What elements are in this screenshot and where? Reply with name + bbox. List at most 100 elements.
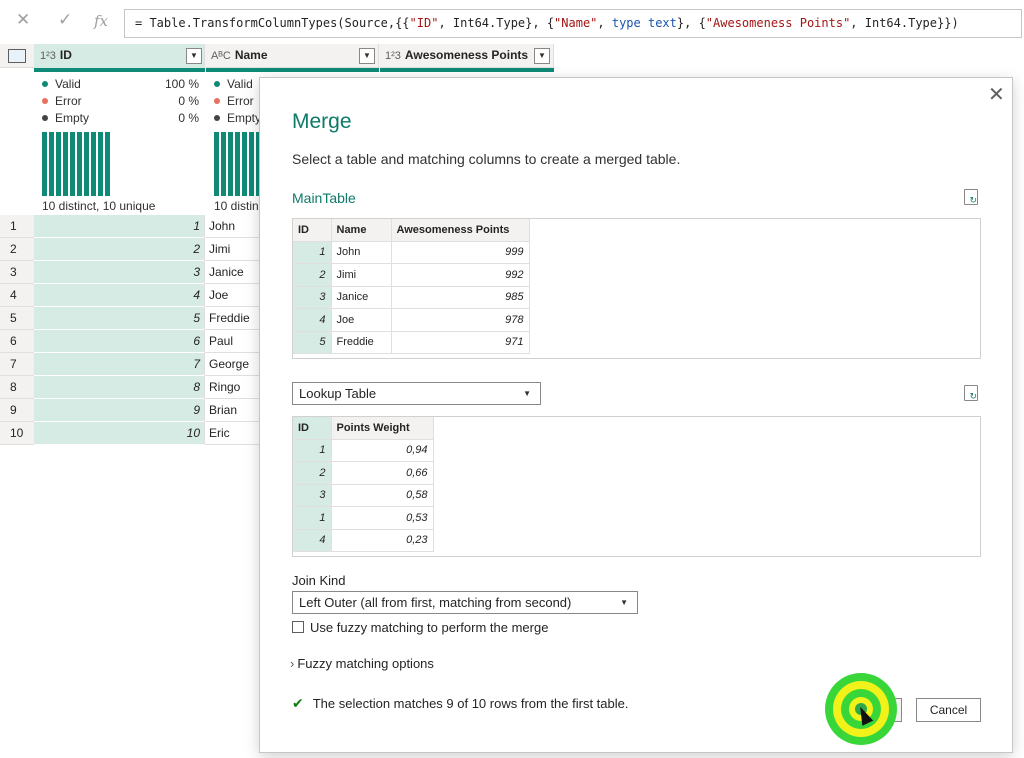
table-row: 5 Freddie 971	[293, 331, 530, 354]
column-header-label: Name	[234, 48, 268, 62]
table-cell[interactable]: 0,23	[331, 529, 434, 552]
column-header-name[interactable]: AᴮC Name ▼	[205, 44, 379, 68]
row-number[interactable]: 6	[0, 330, 34, 353]
column-header-awesomeness-points[interactable]: 1²3 Awesomeness Points ▼	[379, 44, 554, 68]
table-cell-id[interactable]: 10	[34, 422, 205, 445]
table-cell[interactable]: 3	[293, 484, 332, 507]
row-number[interactable]: 7	[0, 353, 34, 376]
cancel-button[interactable]: Cancel	[916, 698, 981, 722]
table-cell[interactable]: 992	[391, 263, 530, 287]
close-icon[interactable]: ✕	[988, 82, 1005, 107]
table-cell-name[interactable]: George	[205, 353, 261, 376]
table-cell-id[interactable]: 3	[34, 261, 205, 284]
table-cell[interactable]: 1	[293, 241, 332, 264]
empty-dot-icon	[42, 115, 48, 121]
table-cell[interactable]: 0,66	[331, 461, 434, 485]
table-cell[interactable]: 4	[293, 529, 332, 552]
join-kind-select[interactable]: Left Outer (all from first, matching fro…	[292, 591, 638, 614]
table-cell[interactable]: 4	[293, 308, 332, 332]
table-cell-name[interactable]: Brian	[205, 399, 261, 422]
table-cell[interactable]: 2	[293, 263, 332, 287]
second-table-select[interactable]: Lookup Table ▼	[292, 382, 541, 405]
table-cell-id[interactable]: 5	[34, 307, 205, 330]
fuzzy-matching-checkbox[interactable]	[292, 621, 304, 633]
column-header[interactable]: Points Weight	[331, 417, 434, 440]
formula-text: = Table.TransformColumnTypes(Source,{{	[135, 16, 410, 30]
whole-number-type-icon[interactable]: 1²3	[385, 50, 401, 62]
column-header[interactable]: Name	[331, 219, 392, 242]
row-number[interactable]: 9	[0, 399, 34, 422]
close-icon[interactable]: ✕	[16, 10, 30, 30]
match-status: ✔ The selection matches 9 of 10 rows from…	[292, 695, 629, 712]
table-cell-name[interactable]: Ringo	[205, 376, 261, 399]
row-number[interactable]: 10	[0, 422, 34, 445]
row-number[interactable]: 8	[0, 376, 34, 399]
chevron-down-icon[interactable]: ▼	[534, 48, 550, 64]
table-cell[interactable]: 1	[293, 506, 332, 530]
table-cell-id[interactable]: 6	[34, 330, 205, 353]
chevron-down-icon[interactable]: ▼	[186, 48, 202, 64]
table-cell-name[interactable]: Janice	[205, 261, 261, 284]
table-row: 1 0,53	[293, 506, 434, 530]
row-number[interactable]: 2	[0, 238, 34, 261]
chevron-down-icon[interactable]: ▼	[523, 383, 531, 404]
table-cell[interactable]: 999	[391, 241, 530, 264]
table-cell[interactable]: 5	[293, 331, 332, 354]
profile-error: Error 0 %	[42, 93, 199, 110]
table-cell-name[interactable]: Paul	[205, 330, 261, 353]
table-cell[interactable]: 1	[293, 439, 332, 462]
empty-dot-icon	[214, 115, 220, 121]
column-header[interactable]: Awesomeness Points	[391, 219, 530, 242]
table-cell-id[interactable]: 4	[34, 284, 205, 307]
table-cell[interactable]: John	[331, 241, 392, 264]
column-header-id[interactable]: 1²3 ID ▼	[34, 44, 205, 68]
row-number[interactable]: 4	[0, 284, 34, 307]
column-header[interactable]: ID	[293, 219, 332, 242]
check-icon[interactable]: ✓	[58, 10, 72, 30]
table-cell[interactable]: 0,58	[331, 484, 434, 507]
row-number[interactable]: 1	[0, 215, 34, 238]
text-type-icon[interactable]: AᴮC	[211, 50, 231, 62]
table-menu-icon[interactable]	[8, 49, 26, 63]
table-cell[interactable]: 0,53	[331, 506, 434, 530]
distribution-bar	[77, 132, 82, 196]
table-cell[interactable]: 2	[293, 461, 332, 485]
chevron-down-icon[interactable]: ▼	[359, 48, 375, 64]
table-cell-name[interactable]: Joe	[205, 284, 261, 307]
row-number[interactable]: 3	[0, 261, 34, 284]
table-cell-id[interactable]: 1	[34, 215, 205, 238]
table-cell[interactable]: 985	[391, 286, 530, 309]
column-header[interactable]: ID	[293, 417, 332, 440]
fuzzy-options-toggle[interactable]: › Fuzzy matching options	[290, 656, 434, 671]
table-cell-id[interactable]: 8	[34, 376, 205, 399]
table-cell-name[interactable]: Jimi	[205, 238, 261, 261]
distribution-bar	[235, 132, 240, 196]
table-cell-id[interactable]: 7	[34, 353, 205, 376]
refresh-preview-icon[interactable]: ↻	[964, 189, 978, 205]
whole-number-type-icon[interactable]: 1²3	[40, 50, 56, 62]
table-cell-id[interactable]: 9	[34, 399, 205, 422]
table-cell-name[interactable]: Freddie	[205, 307, 261, 330]
chevron-down-icon[interactable]: ▼	[620, 592, 628, 613]
table-cell[interactable]: Jimi	[331, 263, 392, 287]
table-cell[interactable]: Janice	[331, 286, 392, 309]
table-cell[interactable]: 978	[391, 308, 530, 332]
table-cell-id[interactable]: 2	[34, 238, 205, 261]
table-cell[interactable]: 971	[391, 331, 530, 354]
distribution-bar	[70, 132, 75, 196]
table-cell-name[interactable]: John	[205, 215, 261, 238]
profile-pct: 0 %	[178, 94, 199, 108]
row-number[interactable]: 5	[0, 307, 34, 330]
table-cell-name[interactable]: Eric	[205, 422, 261, 445]
table-cell[interactable]: 0,94	[331, 439, 434, 462]
select-value: Lookup Table	[299, 386, 377, 401]
table-cell[interactable]: Freddie	[331, 331, 392, 354]
formula-input[interactable]: = Table.TransformColumnTypes(Source,{{"I…	[124, 9, 1022, 38]
table-cell[interactable]: 3	[293, 286, 332, 309]
column-profile-name: Valid Error Empty 10 distin	[206, 72, 260, 215]
table-row: 4 Joe 978	[293, 308, 530, 332]
refresh-preview-icon[interactable]: ↻	[964, 385, 978, 401]
chevron-right-icon[interactable]: ›	[290, 656, 294, 671]
dialog-title: Merge	[292, 110, 352, 133]
table-cell[interactable]: Joe	[331, 308, 392, 332]
